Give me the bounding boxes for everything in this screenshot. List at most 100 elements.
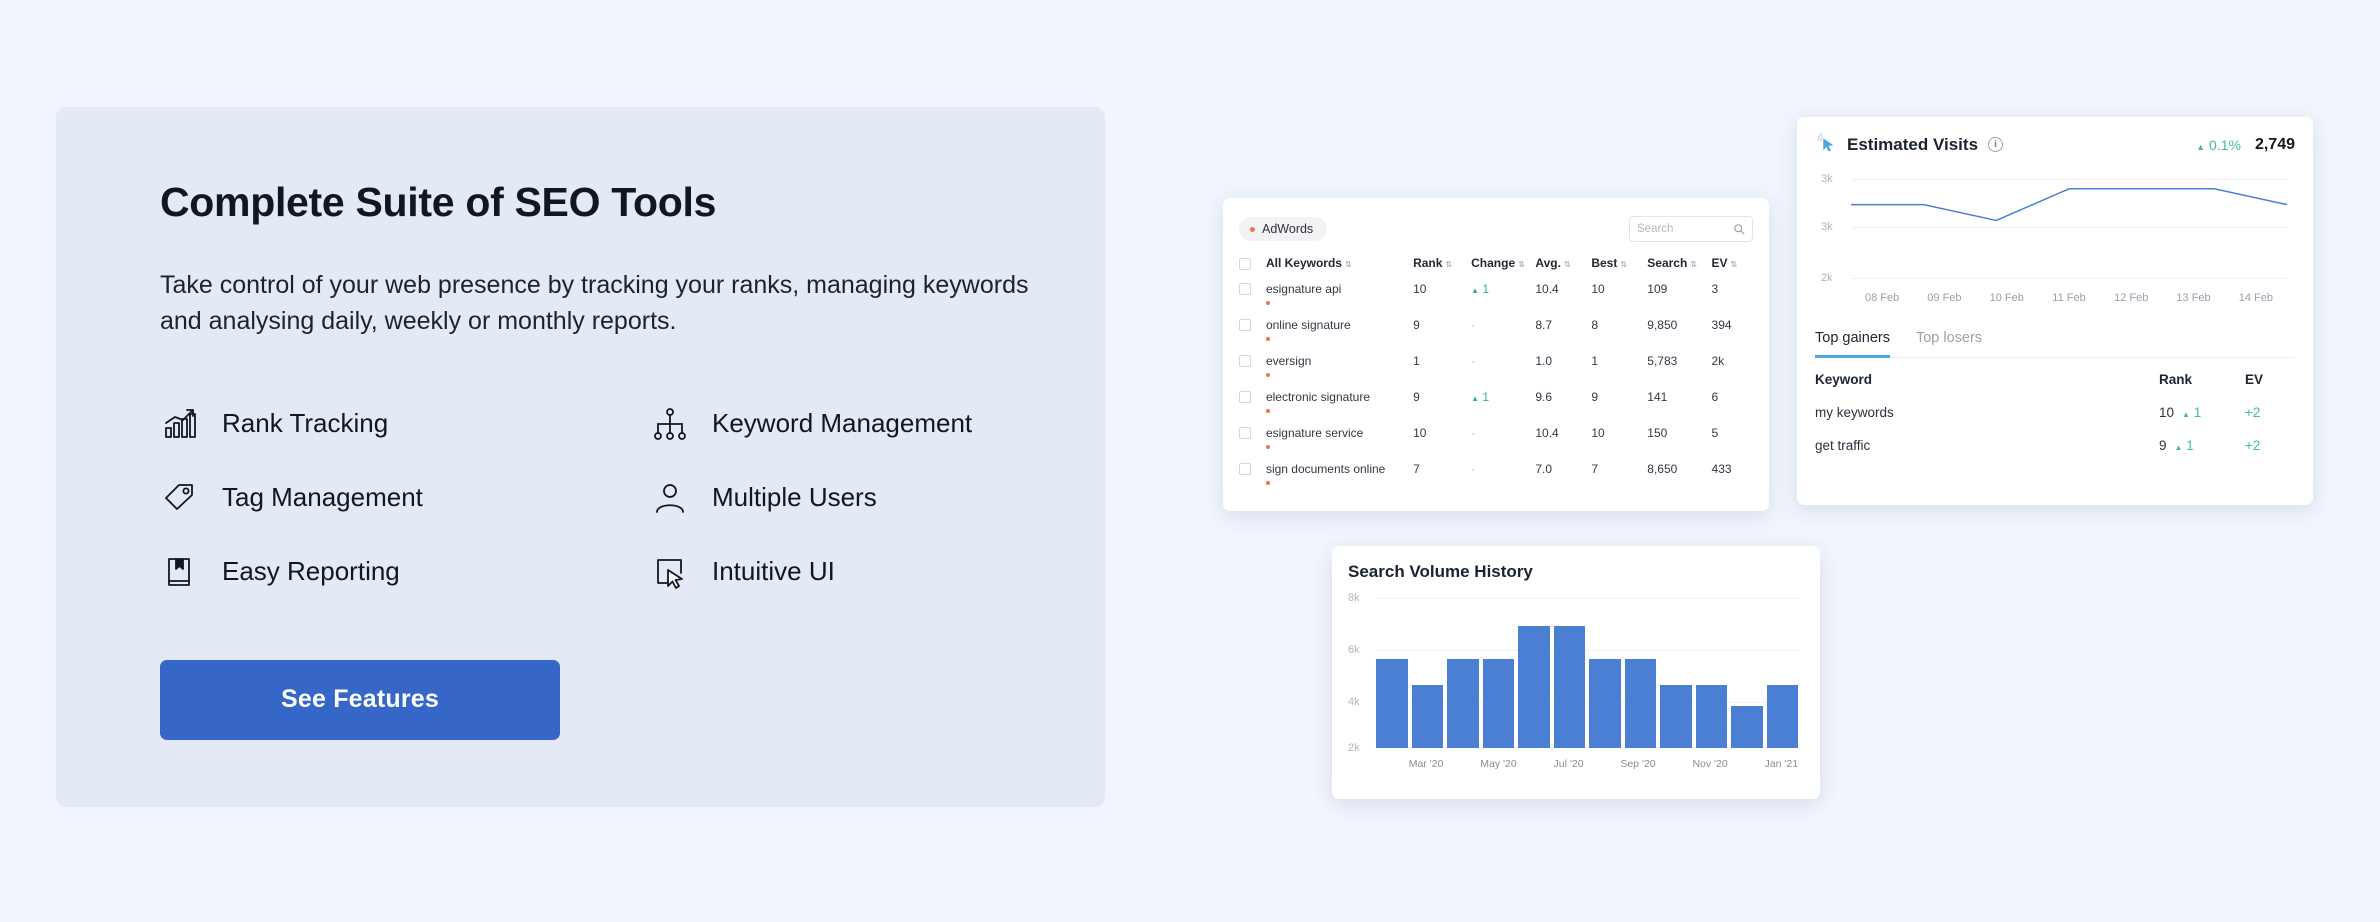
cell-ev: 2k bbox=[1711, 354, 1725, 368]
table-row[interactable]: eversign 1 · 1.0 1 5,783 2k bbox=[1239, 354, 1753, 390]
cell-change: ▲ 1 bbox=[1471, 282, 1535, 318]
row-checkbox[interactable] bbox=[1239, 283, 1251, 295]
cell-rank: 9 bbox=[1413, 390, 1420, 404]
see-features-button[interactable]: See Features bbox=[160, 659, 560, 740]
row-checkbox[interactable] bbox=[1239, 463, 1251, 475]
column-header-best[interactable]: Best ⇅ bbox=[1591, 256, 1647, 282]
status-dot-icon bbox=[1265, 301, 1270, 305]
tab-top-losers[interactable]: Top losers bbox=[1916, 330, 1982, 358]
info-icon[interactable]: i bbox=[1988, 137, 2004, 152]
row-checkbox[interactable] bbox=[1239, 355, 1251, 367]
table-row[interactable]: sign documents online 7 · 7.0 7 8,650 433 bbox=[1239, 462, 1753, 498]
cell-change: ▲ 1 bbox=[1471, 390, 1535, 426]
cell-avg: 10.4 bbox=[1535, 282, 1559, 296]
table-row[interactable]: get traffic 9 ▲ 1 +2 bbox=[1815, 438, 2295, 471]
tab-top-gainers[interactable]: Top gainers bbox=[1815, 330, 1890, 358]
change-up: ▲ 1 bbox=[2174, 438, 2194, 453]
cursor-window-icon bbox=[650, 552, 690, 592]
visits-tabs: Top gainers Top losers bbox=[1815, 330, 2295, 358]
y-tick-label: 4k bbox=[1348, 696, 1360, 708]
bar-chart-x-axis: Mar '20 May '20 Jul '20 Sep '20 Nov '20 Jan '… bbox=[1376, 758, 1798, 770]
triangle-up-icon: ▲ bbox=[1471, 394, 1480, 403]
estimated-visits-summary: ▲ 0.1% 2,749 bbox=[2196, 136, 2295, 154]
x-tick-label bbox=[1376, 758, 1405, 770]
keywords-table-body: esignature api 10 ▲ 1 10.4 10 109 3 online sign… bbox=[1239, 282, 1753, 498]
select-all-checkbox[interactable] bbox=[1239, 257, 1251, 270]
bar bbox=[1660, 685, 1692, 748]
table-row[interactable]: esignature service 10 · 10.4 10 150 5 bbox=[1239, 426, 1753, 462]
change-flat: · bbox=[1471, 426, 1476, 440]
y-tick-label: 6k bbox=[1348, 644, 1360, 656]
status-dot-icon bbox=[1265, 409, 1270, 413]
column-header-all-keywords[interactable]: All Keywords ⇅ bbox=[1266, 256, 1413, 282]
bar bbox=[1411, 685, 1443, 748]
row-checkbox[interactable] bbox=[1239, 319, 1251, 331]
status-dot-icon bbox=[1250, 226, 1255, 232]
x-tick-label: 13 Feb bbox=[2176, 292, 2211, 304]
promo-description: Take control of your web presence by tra… bbox=[160, 271, 1029, 335]
feature-label: Multiple Users bbox=[712, 482, 877, 513]
column-header-ev: EV bbox=[2245, 372, 2264, 387]
cell-keyword: esignature api bbox=[1265, 282, 1413, 318]
feature-label: Rank Tracking bbox=[222, 408, 389, 439]
x-tick-label: 14 Feb bbox=[2238, 292, 2273, 304]
cell-avg: 1.0 bbox=[1535, 354, 1553, 368]
row-select-cell bbox=[1239, 354, 1266, 390]
column-header-change[interactable]: Change ⇅ bbox=[1471, 256, 1535, 282]
cell-keyword: get traffic bbox=[1815, 438, 1871, 453]
row-checkbox[interactable] bbox=[1239, 391, 1251, 403]
cell-best: 10 bbox=[1591, 282, 1605, 296]
line-chart-x-axis: 08 Feb 09 Feb 10 Feb 11 Feb 12 Feb 13 Feb 14 F… bbox=[1851, 292, 2287, 304]
cell-keyword: eversign bbox=[1265, 354, 1413, 390]
feature-item-keyword-management: Keyword Management bbox=[650, 404, 1140, 444]
table-row[interactable]: esignature api 10 ▲ 1 10.4 10 109 3 bbox=[1239, 282, 1753, 318]
column-header-search[interactable]: Search ⇅ bbox=[1647, 256, 1711, 282]
row-checkbox[interactable] bbox=[1239, 427, 1251, 439]
cell-ev: +2 bbox=[2245, 405, 2261, 420]
book-bookmark-icon bbox=[160, 552, 200, 592]
table-row[interactable]: my keywords 10 ▲ 1 +2 bbox=[1815, 405, 2295, 438]
bar bbox=[1695, 685, 1727, 748]
keyword-search-box[interactable] bbox=[1629, 216, 1753, 242]
bar bbox=[1731, 705, 1763, 748]
cell-keyword: esignature service bbox=[1265, 426, 1413, 462]
cell-change: · bbox=[1471, 426, 1535, 462]
bar bbox=[1553, 625, 1585, 748]
bar bbox=[1589, 659, 1621, 748]
cell-search: 8,650 bbox=[1647, 462, 1678, 476]
estimated-visits-card: Estimated Visits i ▲ 0.1% 2,749 3k 3k 2k… bbox=[1797, 117, 2313, 505]
cell-search: 150 bbox=[1647, 426, 1668, 440]
adwords-badge[interactable]: AdWords bbox=[1239, 217, 1328, 241]
cell-keyword: online signature bbox=[1265, 318, 1413, 354]
sort-icon: ⇅ bbox=[1730, 260, 1738, 269]
sort-icon: ⇅ bbox=[1620, 260, 1627, 269]
x-tick-label: May '20 bbox=[1480, 758, 1517, 770]
column-header-ev[interactable]: EV ⇅ bbox=[1712, 256, 1753, 282]
column-label: EV bbox=[1711, 256, 1728, 270]
bar bbox=[1376, 659, 1408, 748]
column-header-avg[interactable]: Avg. ⇅ bbox=[1535, 256, 1591, 282]
cell-keyword: electronic signature bbox=[1265, 390, 1413, 426]
column-label: Best bbox=[1591, 256, 1618, 270]
line-chart-plot-area bbox=[1851, 172, 2287, 287]
cell-ev: 6 bbox=[1711, 390, 1719, 404]
cell-search: 5,783 bbox=[1647, 354, 1678, 368]
cell-ev: 3 bbox=[1711, 282, 1719, 296]
cell-rank: 7 bbox=[1413, 462, 1420, 476]
adwords-keywords-card: AdWords All Keywords⇅ Rank⇅ bbox=[1223, 198, 1769, 511]
column-header-rank[interactable]: Rank ⇅ bbox=[1413, 256, 1471, 282]
feature-item-easy-reporting: Easy Reporting bbox=[160, 552, 650, 592]
cell-avg: 10.4 bbox=[1535, 426, 1559, 440]
promo-card: Complete Suite of SEO Tools Take control… bbox=[56, 107, 1105, 807]
sort-icon: ⇅ bbox=[1690, 260, 1697, 269]
cell-best: 9 bbox=[1591, 390, 1598, 404]
search-input[interactable] bbox=[1637, 223, 1729, 235]
table-row[interactable]: electronic signature 9 ▲ 1 9.6 9 141 6 bbox=[1239, 390, 1753, 426]
column-label: Rank bbox=[1413, 256, 1443, 270]
cell-change: · bbox=[1471, 354, 1535, 390]
bar-series bbox=[1376, 592, 1798, 748]
status-dot-icon bbox=[1265, 445, 1270, 449]
cell-search: 9,850 bbox=[1647, 318, 1678, 332]
table-row[interactable]: online signature 9 · 8.7 8 9,850 394 bbox=[1239, 318, 1753, 354]
cell-best: 10 bbox=[1591, 426, 1605, 440]
